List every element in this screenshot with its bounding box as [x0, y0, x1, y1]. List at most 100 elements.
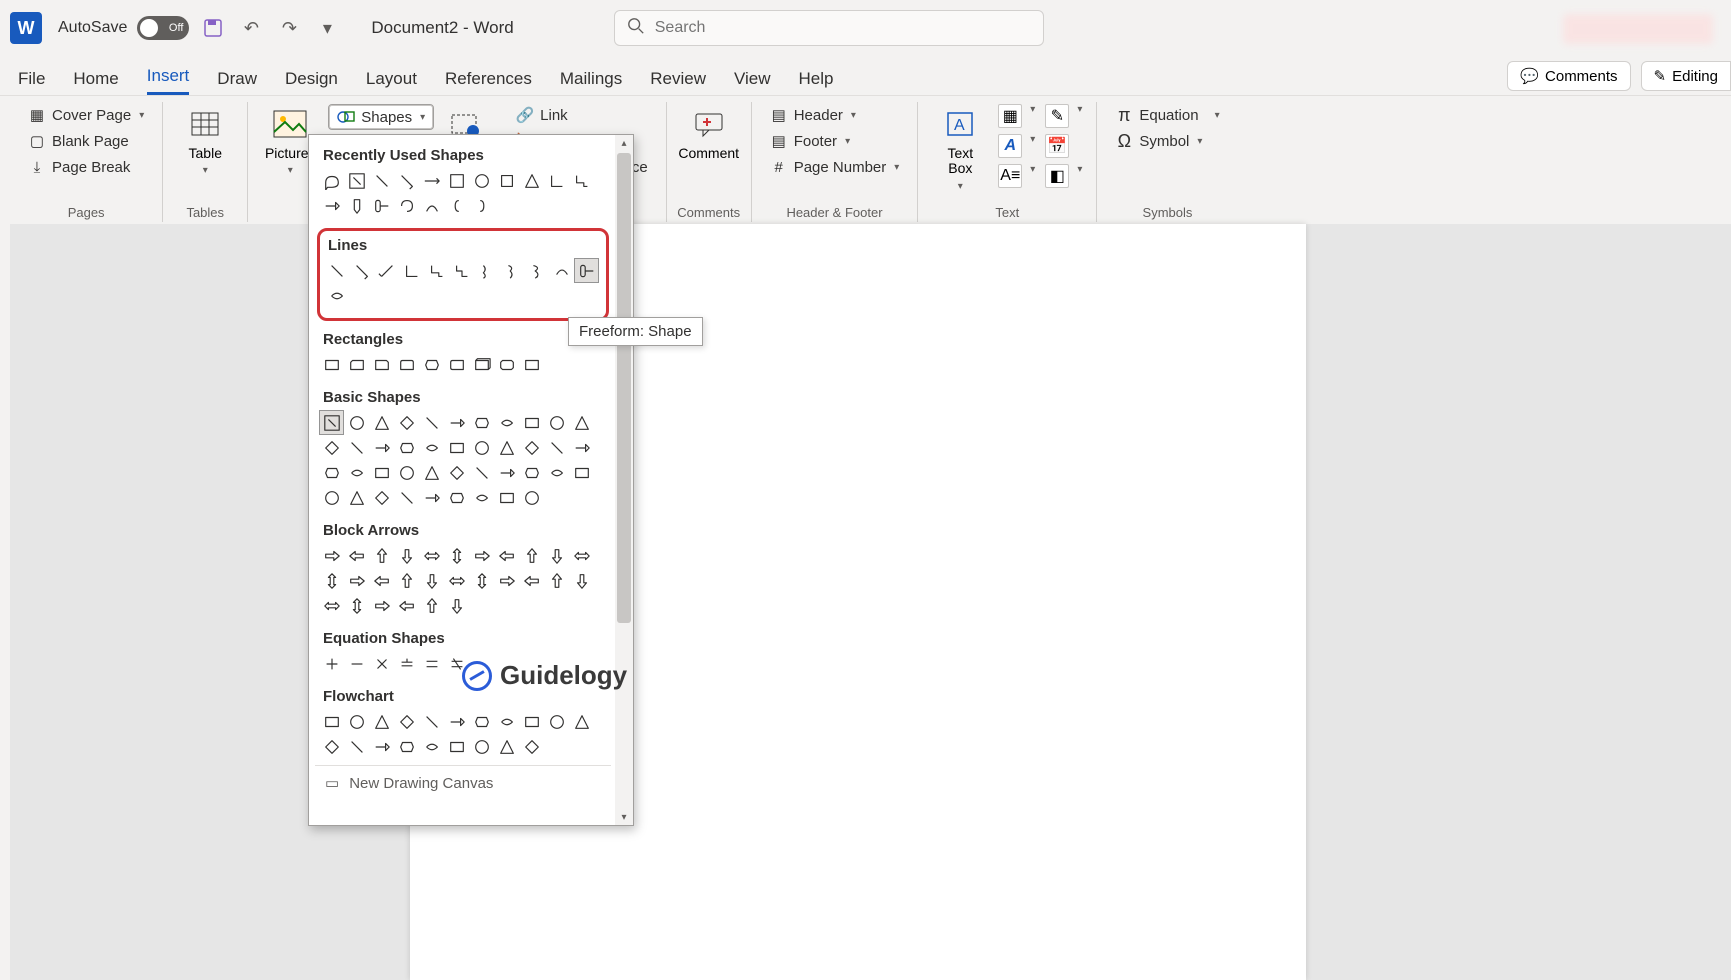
line-shape-6[interactable] [474, 258, 499, 283]
basic-shape-41[interactable] [519, 485, 544, 510]
save-icon[interactable] [199, 14, 227, 42]
line-shape-3[interactable] [399, 258, 424, 283]
basic-shape-18[interactable] [494, 435, 519, 460]
basic-shape-17[interactable] [469, 435, 494, 460]
tab-design[interactable]: Design [285, 69, 338, 95]
flowchart-shape-17[interactable] [469, 734, 494, 759]
arrow-shape-16[interactable] [444, 568, 469, 593]
basic-shape-12[interactable] [344, 435, 369, 460]
arrow-shape-0[interactable] [319, 543, 344, 568]
recent-shape-14[interactable] [394, 193, 419, 218]
tab-file[interactable]: File [18, 69, 45, 95]
arrow-shape-26[interactable] [419, 593, 444, 618]
basic-shape-13[interactable] [369, 435, 394, 460]
rect-shape-8[interactable] [519, 352, 544, 377]
basic-shape-38[interactable] [444, 485, 469, 510]
blank-page-button[interactable]: ▢Blank Page [24, 130, 148, 152]
basic-shape-3[interactable] [394, 410, 419, 435]
basic-shape-14[interactable] [394, 435, 419, 460]
rect-shape-4[interactable] [419, 352, 444, 377]
basic-shape-33[interactable] [319, 485, 344, 510]
basic-shape-32[interactable] [569, 460, 594, 485]
basic-shape-29[interactable] [494, 460, 519, 485]
flowchart-shape-15[interactable] [419, 734, 444, 759]
line-shape-10[interactable] [574, 258, 599, 283]
basic-shape-36[interactable] [394, 485, 419, 510]
recent-shape-11[interactable] [319, 193, 344, 218]
tab-help[interactable]: Help [799, 69, 834, 95]
recent-shape-2[interactable] [369, 168, 394, 193]
arrow-shape-14[interactable] [394, 568, 419, 593]
line-shape-1[interactable] [349, 258, 374, 283]
drop-cap-button[interactable]: A≡ [998, 164, 1022, 188]
rect-shape-0[interactable] [319, 352, 344, 377]
basic-shape-21[interactable] [569, 435, 594, 460]
basic-shape-6[interactable] [469, 410, 494, 435]
recent-shape-13[interactable] [369, 193, 394, 218]
basic-shape-9[interactable] [544, 410, 569, 435]
recent-shape-9[interactable] [544, 168, 569, 193]
recent-shape-8[interactable] [519, 168, 544, 193]
flowchart-shape-1[interactable] [344, 709, 369, 734]
arrow-shape-15[interactable] [419, 568, 444, 593]
arrow-shape-8[interactable] [519, 543, 544, 568]
basic-shape-11[interactable] [319, 435, 344, 460]
page-number-button[interactable]: #Page Number▾ [766, 156, 904, 178]
flowchart-shape-11[interactable] [319, 734, 344, 759]
basic-shape-19[interactable] [519, 435, 544, 460]
shapes-button[interactable]: Shapes▾ [328, 104, 434, 130]
equation-shape-3[interactable] [394, 651, 419, 676]
recent-shape-3[interactable] [394, 168, 419, 193]
flowchart-shape-16[interactable] [444, 734, 469, 759]
basic-shape-1[interactable] [344, 410, 369, 435]
signature-line-button[interactable]: ✎ [1045, 104, 1069, 128]
flowchart-shape-14[interactable] [394, 734, 419, 759]
tab-layout[interactable]: Layout [366, 69, 417, 95]
recent-shape-4[interactable] [419, 168, 444, 193]
arrow-shape-7[interactable] [494, 543, 519, 568]
link-button[interactable]: 🔗Link [512, 104, 652, 126]
basic-shape-37[interactable] [419, 485, 444, 510]
basic-shape-35[interactable] [369, 485, 394, 510]
search-input[interactable] [655, 19, 1031, 37]
rect-shape-5[interactable] [444, 352, 469, 377]
recent-shape-1[interactable] [344, 168, 369, 193]
equation-shape-2[interactable] [369, 651, 394, 676]
arrow-shape-27[interactable] [444, 593, 469, 618]
recent-shape-15[interactable] [419, 193, 444, 218]
basic-shape-31[interactable] [544, 460, 569, 485]
basic-shape-7[interactable] [494, 410, 519, 435]
scroll-thumb[interactable] [617, 153, 631, 623]
line-shape-5[interactable] [449, 258, 474, 283]
arrow-shape-5[interactable] [444, 543, 469, 568]
basic-shape-0[interactable] [319, 410, 344, 435]
basic-shape-27[interactable] [444, 460, 469, 485]
recent-shape-12[interactable] [344, 193, 369, 218]
tab-review[interactable]: Review [650, 69, 706, 95]
basic-shape-25[interactable] [394, 460, 419, 485]
recent-shape-16[interactable] [444, 193, 469, 218]
redo-icon[interactable]: ↷ [275, 14, 303, 42]
arrow-shape-2[interactable] [369, 543, 394, 568]
recent-shape-5[interactable] [444, 168, 469, 193]
basic-shape-4[interactable] [419, 410, 444, 435]
flowchart-shape-10[interactable] [569, 709, 594, 734]
basic-shape-5[interactable] [444, 410, 469, 435]
recent-shape-0[interactable] [319, 168, 344, 193]
basic-shape-40[interactable] [494, 485, 519, 510]
flowchart-shape-9[interactable] [544, 709, 569, 734]
recent-shape-10[interactable] [569, 168, 594, 193]
basic-shape-23[interactable] [344, 460, 369, 485]
equation-shape-4[interactable] [419, 651, 444, 676]
rect-shape-3[interactable] [394, 352, 419, 377]
tab-insert[interactable]: Insert [147, 66, 190, 95]
flowchart-shape-13[interactable] [369, 734, 394, 759]
search-box[interactable] [614, 10, 1044, 46]
flowchart-shape-6[interactable] [469, 709, 494, 734]
line-shape-9[interactable] [549, 258, 574, 283]
flowchart-shape-5[interactable] [444, 709, 469, 734]
footer-button[interactable]: ▤Footer▾ [766, 130, 904, 152]
basic-shape-34[interactable] [344, 485, 369, 510]
line-shape-0[interactable] [324, 258, 349, 283]
basic-shape-24[interactable] [369, 460, 394, 485]
